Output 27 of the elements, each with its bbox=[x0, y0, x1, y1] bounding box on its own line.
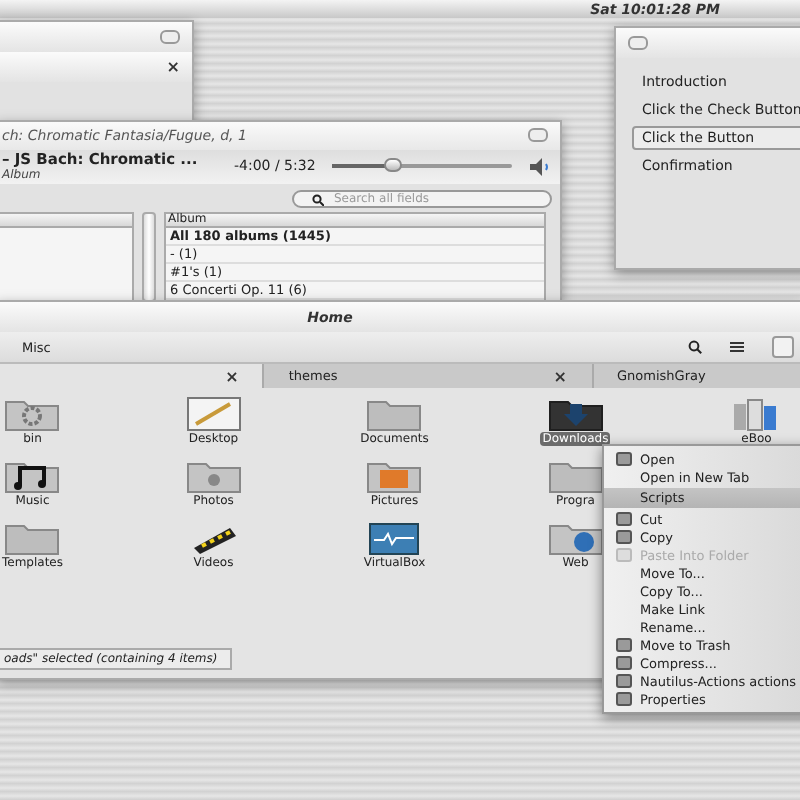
monitor-icon bbox=[366, 520, 423, 556]
seek-thumb[interactable] bbox=[383, 158, 402, 173]
menu-item-icon bbox=[616, 452, 632, 466]
pencil-drawing-icon bbox=[185, 396, 242, 432]
music-note-icon bbox=[4, 458, 61, 494]
gear-icon bbox=[4, 396, 61, 432]
tab[interactable]: × bbox=[0, 364, 265, 388]
close-icon[interactable]: × bbox=[225, 367, 239, 385]
scrollbar[interactable] bbox=[142, 212, 156, 302]
camera-folder-icon bbox=[185, 458, 242, 494]
close-icon[interactable]: × bbox=[553, 367, 567, 385]
download-folder-icon bbox=[547, 396, 604, 432]
search-icon[interactable] bbox=[688, 340, 702, 354]
menu-icon[interactable] bbox=[730, 342, 744, 352]
volume-icon[interactable] bbox=[528, 157, 552, 176]
folder-icon bbox=[547, 458, 604, 494]
seek-slider[interactable] bbox=[331, 164, 512, 169]
folder-icon bbox=[4, 520, 61, 556]
picture-folder-icon bbox=[366, 458, 423, 494]
toolbar-button[interactable] bbox=[772, 336, 794, 358]
window-button[interactable] bbox=[528, 128, 548, 143]
window-button[interactable] bbox=[628, 36, 648, 50]
folder-icon bbox=[366, 396, 423, 432]
close-icon[interactable]: × bbox=[166, 58, 180, 76]
search-icon bbox=[312, 193, 324, 205]
window-button[interactable] bbox=[160, 30, 180, 44]
globe-icon bbox=[547, 520, 604, 556]
